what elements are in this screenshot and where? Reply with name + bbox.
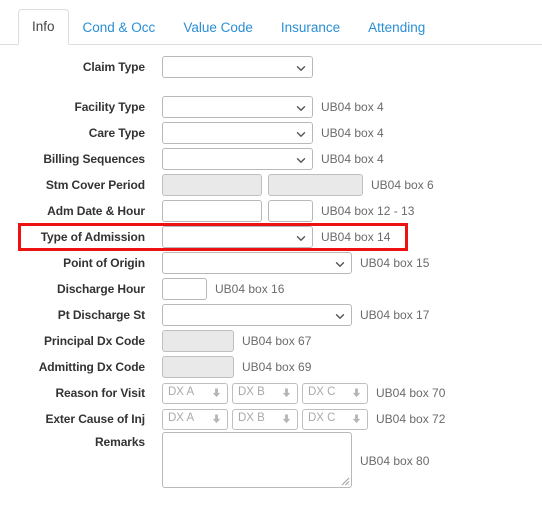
- tab-insurance-label: Insurance: [280, 19, 341, 35]
- discharge-hour-hint: UB04 box 16: [215, 282, 285, 296]
- row-remarks: Remarks UB04 box 80: [0, 432, 542, 488]
- tab-insurance[interactable]: Insurance: [267, 10, 354, 46]
- row-type-of-admission: Type of Admission UB04 box 14: [0, 224, 542, 250]
- chevron-down-icon: [296, 103, 306, 112]
- tab-value-code-label: Value Code: [183, 19, 253, 35]
- facility-type-hint: UB04 box 4: [321, 100, 384, 114]
- remarks-hint: UB04 box 80: [360, 454, 430, 468]
- exter-cause-of-inj-dx-b-placeholder: DX B: [238, 412, 265, 425]
- chevron-down-icon: [296, 155, 306, 164]
- exter-cause-of-inj-label: Exter Cause of Inj: [45, 412, 145, 426]
- reason-for-visit-dx-b-select[interactable]: DX B: [232, 382, 298, 404]
- billing-sequences-select[interactable]: [162, 148, 313, 170]
- tab-bar: Info Cond & Occ Value Code Insurance Att…: [0, 0, 542, 45]
- tab-cond-occ[interactable]: Cond & Occ: [69, 10, 170, 46]
- row-stm-cover-period: Stm Cover Period UB04 box 6: [0, 172, 542, 198]
- exter-cause-of-inj-dx-a-placeholder: DX A: [168, 412, 195, 425]
- row-pt-discharge-st: Pt Discharge St UB04 box 17: [0, 302, 542, 328]
- billing-sequences-hint: UB04 box 4: [321, 152, 384, 166]
- point-of-origin-hint: UB04 box 15: [360, 256, 430, 270]
- adm-date-input[interactable]: [162, 200, 262, 222]
- row-point-of-origin: Point of Origin UB04 box 15: [0, 250, 542, 276]
- point-of-origin-select[interactable]: [162, 252, 352, 274]
- discharge-hour-input[interactable]: [162, 278, 207, 300]
- tab-attending-label: Attending: [368, 19, 426, 35]
- pt-discharge-st-hint: UB04 box 17: [360, 308, 430, 322]
- row-care-type: Care Type UB04 box 4: [0, 120, 542, 146]
- stm-cover-period-to-input[interactable]: [268, 174, 363, 196]
- arrow-down-icon: [281, 388, 292, 399]
- exter-cause-of-inj-dx-a-select[interactable]: DX A: [162, 408, 228, 430]
- stm-cover-period-label: Stm Cover Period: [45, 178, 145, 192]
- care-type-hint: UB04 box 4: [321, 126, 384, 140]
- row-billing-sequences: Billing Sequences UB04 box 4: [0, 146, 542, 172]
- row-admitting-dx-code: Admitting Dx Code UB04 box 69: [0, 354, 542, 380]
- arrow-down-icon: [211, 414, 222, 425]
- resize-handle-icon[interactable]: [339, 475, 350, 486]
- arrow-down-icon: [281, 414, 292, 425]
- remarks-textarea[interactable]: [162, 432, 352, 488]
- row-reason-for-visit: Reason for Visit DX A DX B DX C UB04 box…: [0, 380, 542, 406]
- stm-cover-period-hint: UB04 box 6: [371, 178, 434, 192]
- chevron-down-icon: [296, 233, 306, 242]
- tab-cond-occ-label: Cond & Occ: [82, 19, 156, 35]
- billing-sequences-label: Billing Sequences: [43, 152, 145, 166]
- discharge-hour-label: Discharge Hour: [57, 282, 145, 296]
- reason-for-visit-dx-a-select[interactable]: DX A: [162, 382, 228, 404]
- adm-date-hour-hint: UB04 box 12 - 13: [321, 204, 415, 218]
- tab-value-code[interactable]: Value Code: [169, 10, 267, 46]
- type-of-admission-hint: UB04 box 14: [321, 230, 391, 244]
- reason-for-visit-dx-b-placeholder: DX B: [238, 386, 265, 399]
- row-claim-type: Claim Type: [0, 54, 542, 80]
- adm-date-hour-label: Adm Date & Hour: [47, 204, 145, 218]
- pt-discharge-st-label: Pt Discharge St: [57, 308, 145, 322]
- chevron-down-icon: [335, 259, 345, 268]
- admitting-dx-code-hint: UB04 box 69: [242, 360, 312, 374]
- stm-cover-period-from-input[interactable]: [162, 174, 262, 196]
- claim-type-select[interactable]: [162, 56, 313, 78]
- exter-cause-of-inj-dx-b-select[interactable]: DX B: [232, 408, 298, 430]
- facility-type-select[interactable]: [162, 96, 313, 118]
- tab-info-label: Info: [32, 18, 55, 34]
- tab-attending[interactable]: Attending: [354, 10, 439, 46]
- care-type-select[interactable]: [162, 122, 313, 144]
- row-principal-dx-code: Principal Dx Code UB04 box 67: [0, 328, 542, 354]
- principal-dx-code-input[interactable]: [162, 330, 234, 352]
- row-exter-cause-of-inj: Exter Cause of Inj DX A DX B DX C UB04 b…: [0, 406, 542, 432]
- pt-discharge-st-select[interactable]: [162, 304, 352, 326]
- row-adm-date-hour: Adm Date & Hour UB04 box 12 - 13: [0, 198, 542, 224]
- reason-for-visit-label: Reason for Visit: [55, 386, 145, 400]
- adm-hour-input[interactable]: [268, 200, 313, 222]
- chevron-down-icon: [296, 129, 306, 138]
- type-of-admission-label: Type of Admission: [40, 230, 145, 244]
- tab-info[interactable]: Info: [18, 8, 69, 45]
- exter-cause-of-inj-hint: UB04 box 72: [376, 412, 446, 426]
- exter-cause-of-inj-dx-c-select[interactable]: DX C: [302, 408, 368, 430]
- facility-type-label: Facility Type: [74, 100, 145, 114]
- admitting-dx-code-label: Admitting Dx Code: [38, 360, 145, 374]
- principal-dx-code-label: Principal Dx Code: [44, 334, 145, 348]
- reason-for-visit-dx-c-placeholder: DX C: [308, 386, 336, 399]
- care-type-label: Care Type: [88, 126, 145, 140]
- row-discharge-hour: Discharge Hour UB04 box 16: [0, 276, 542, 302]
- reason-for-visit-hint: UB04 box 70: [376, 386, 446, 400]
- claim-info-form: Claim Type Facility Type UB04 box 4 Care…: [0, 45, 542, 488]
- point-of-origin-label: Point of Origin: [63, 256, 145, 270]
- arrow-down-icon: [351, 414, 362, 425]
- admitting-dx-code-input[interactable]: [162, 356, 234, 378]
- arrow-down-icon: [351, 388, 362, 399]
- row-facility-type: Facility Type UB04 box 4: [0, 94, 542, 120]
- remarks-label: Remarks: [94, 435, 145, 449]
- principal-dx-code-hint: UB04 box 67: [242, 334, 312, 348]
- claim-type-label: Claim Type: [82, 60, 145, 74]
- reason-for-visit-dx-c-select[interactable]: DX C: [302, 382, 368, 404]
- reason-for-visit-dx-a-placeholder: DX A: [168, 386, 195, 399]
- exter-cause-of-inj-dx-c-placeholder: DX C: [308, 412, 336, 425]
- chevron-down-icon: [296, 63, 306, 72]
- arrow-down-icon: [211, 388, 222, 399]
- type-of-admission-select[interactable]: [162, 226, 313, 248]
- chevron-down-icon: [335, 311, 345, 320]
